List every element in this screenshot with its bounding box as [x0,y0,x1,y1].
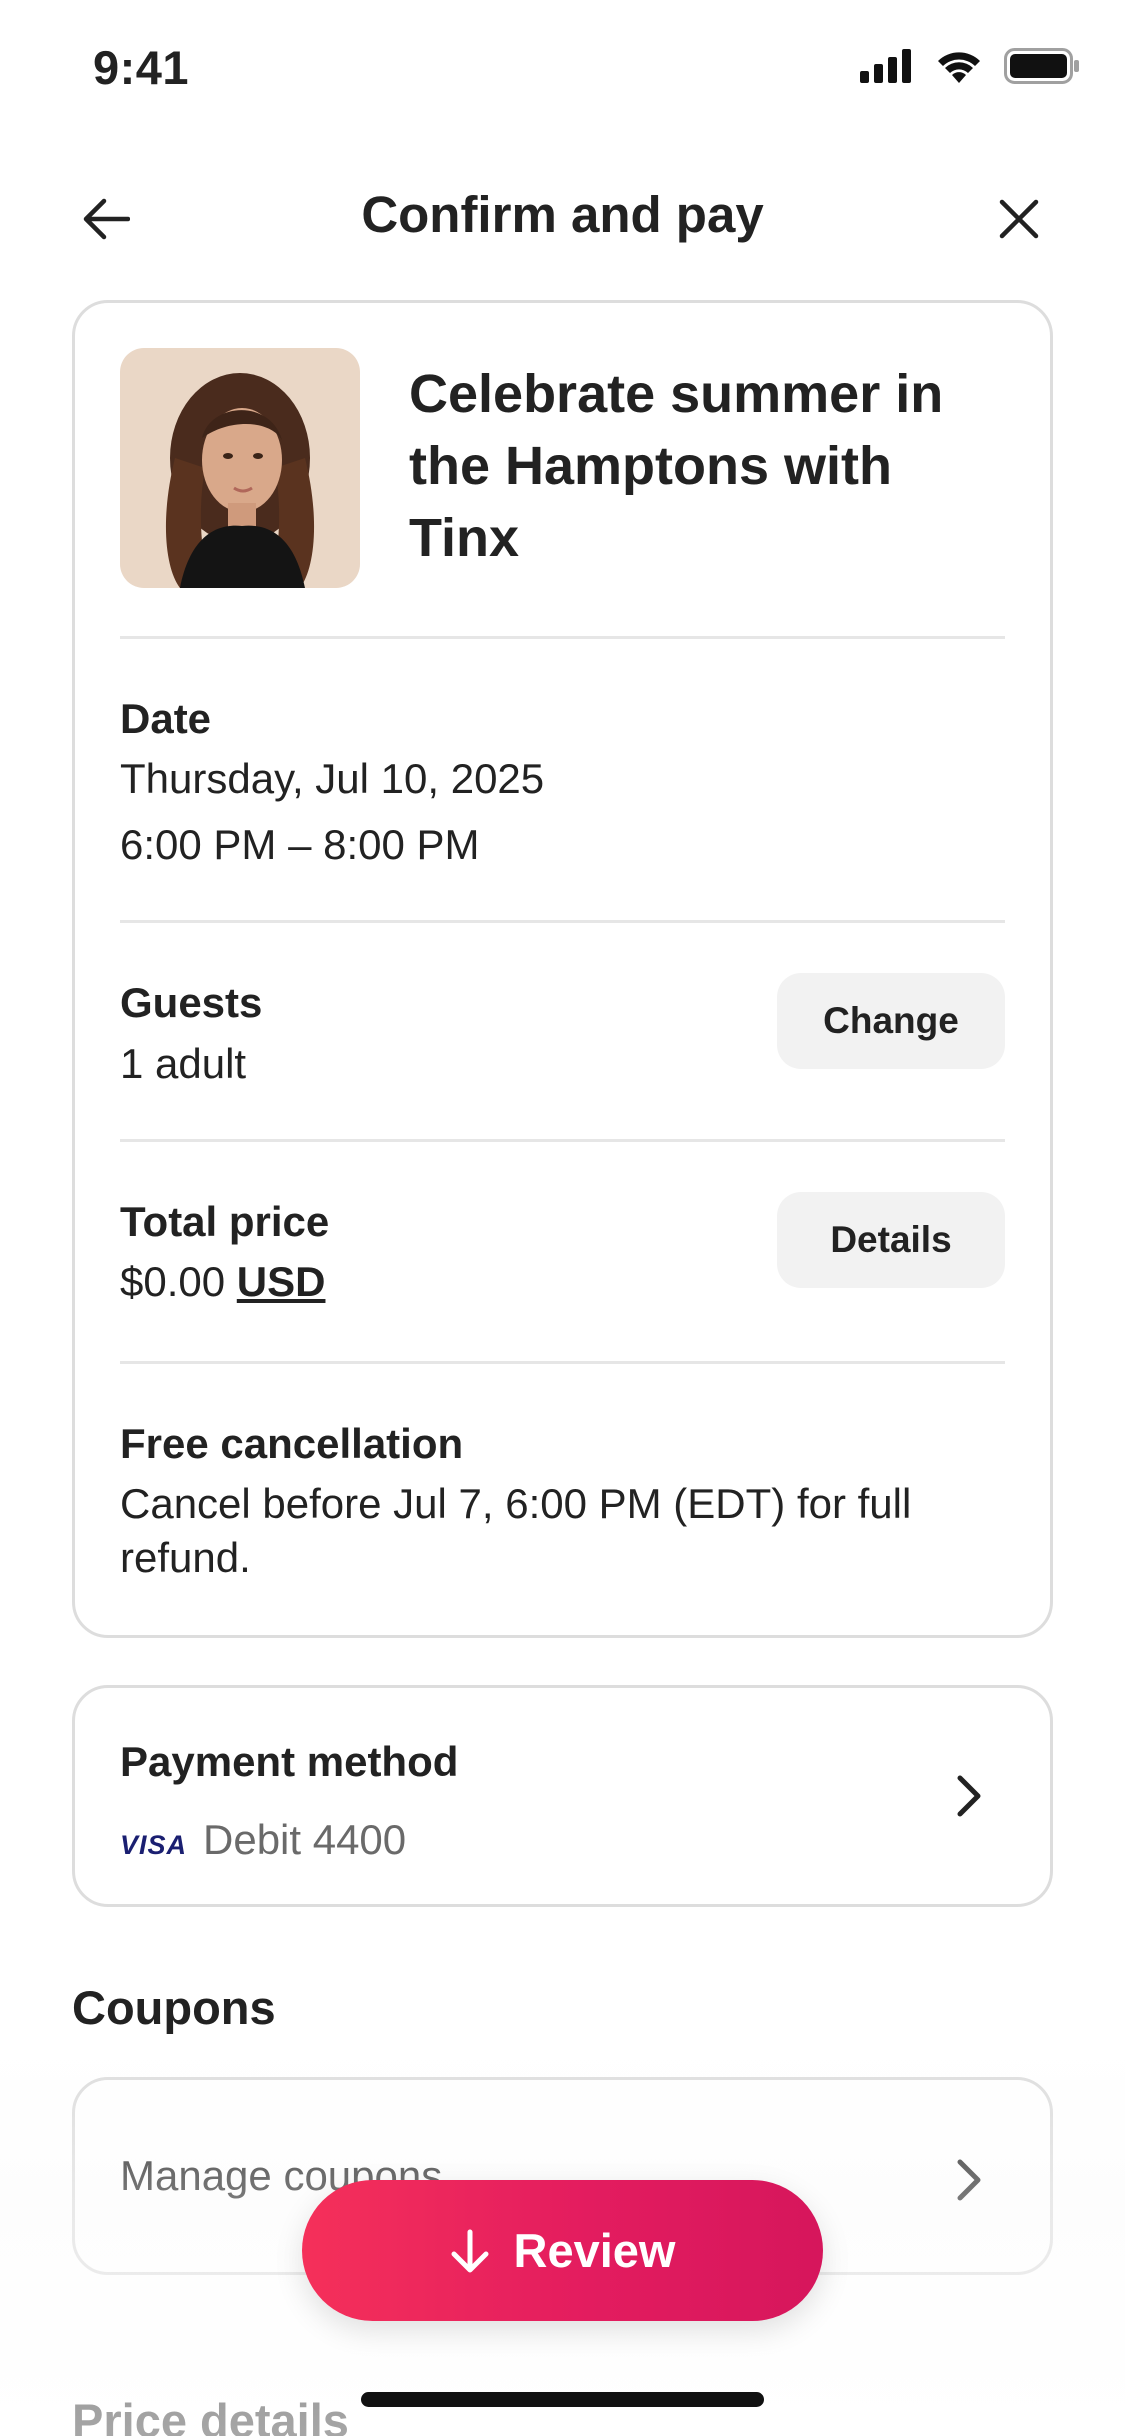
wifi-icon [938,52,980,83]
status-time: 9:41 [93,41,190,94]
home-indicator[interactable] [361,2392,764,2407]
chevron-right-icon [950,1768,990,1824]
header: Confirm and pay [0,165,1125,265]
chevron-right-icon [950,2152,990,2208]
date-label: Date [120,695,212,742]
status-icons [860,48,1080,84]
date-day: Thursday, Jul 10, 2025 [120,755,545,802]
page-title: Confirm and pay [361,186,764,243]
total-price-amount: $0.00 [120,1258,226,1305]
price-details-button[interactable]: Details [777,1192,1005,1288]
review-label: Review [513,2224,676,2277]
arrow-down-icon [451,2229,488,2272]
total-price-value: $0.00 USD [120,1255,325,1309]
close-button[interactable] [983,183,1055,255]
divider [120,920,1005,923]
cancellation-label: Free cancellation [120,1420,464,1467]
experience-photo [120,348,360,588]
status-bar: 9:41 [0,0,1125,140]
visa-logo-icon: VISA [120,1830,188,1860]
divider [120,1139,1005,1142]
review-button[interactable]: Review [302,2180,823,2321]
payment-method-label: Payment method [120,1738,459,1785]
total-price-label: Total price [120,1198,330,1245]
divider [120,1361,1005,1364]
payment-card-value: Debit 4400 [203,1816,407,1863]
date-time-range: 6:00 PM – 8:00 PM [120,821,480,868]
divider [120,636,1005,639]
battery-icon [1004,48,1079,84]
cellular-signal-icon [860,49,911,83]
cancellation-text: Cancel before Jul 7, 6:00 PM (EDT) for f… [120,1480,912,1581]
change-guests-button[interactable]: Change [777,973,1005,1069]
payment-method-card[interactable]: Payment method VISA Debit 4400 [72,1685,1053,1907]
currency-link[interactable]: USD [237,1258,326,1305]
close-icon [999,199,1039,239]
guests-label: Guests [120,979,263,1026]
experience-title: Celebrate summer in the Hamptons with Ti… [409,364,944,568]
price-details-heading: Price details [72,2394,349,2436]
guests-value: 1 adult [120,1040,247,1087]
booking-summary-card: Celebrate summer in the Hamptons with Ti… [72,300,1053,1638]
coupons-heading: Coupons [72,1981,276,2034]
